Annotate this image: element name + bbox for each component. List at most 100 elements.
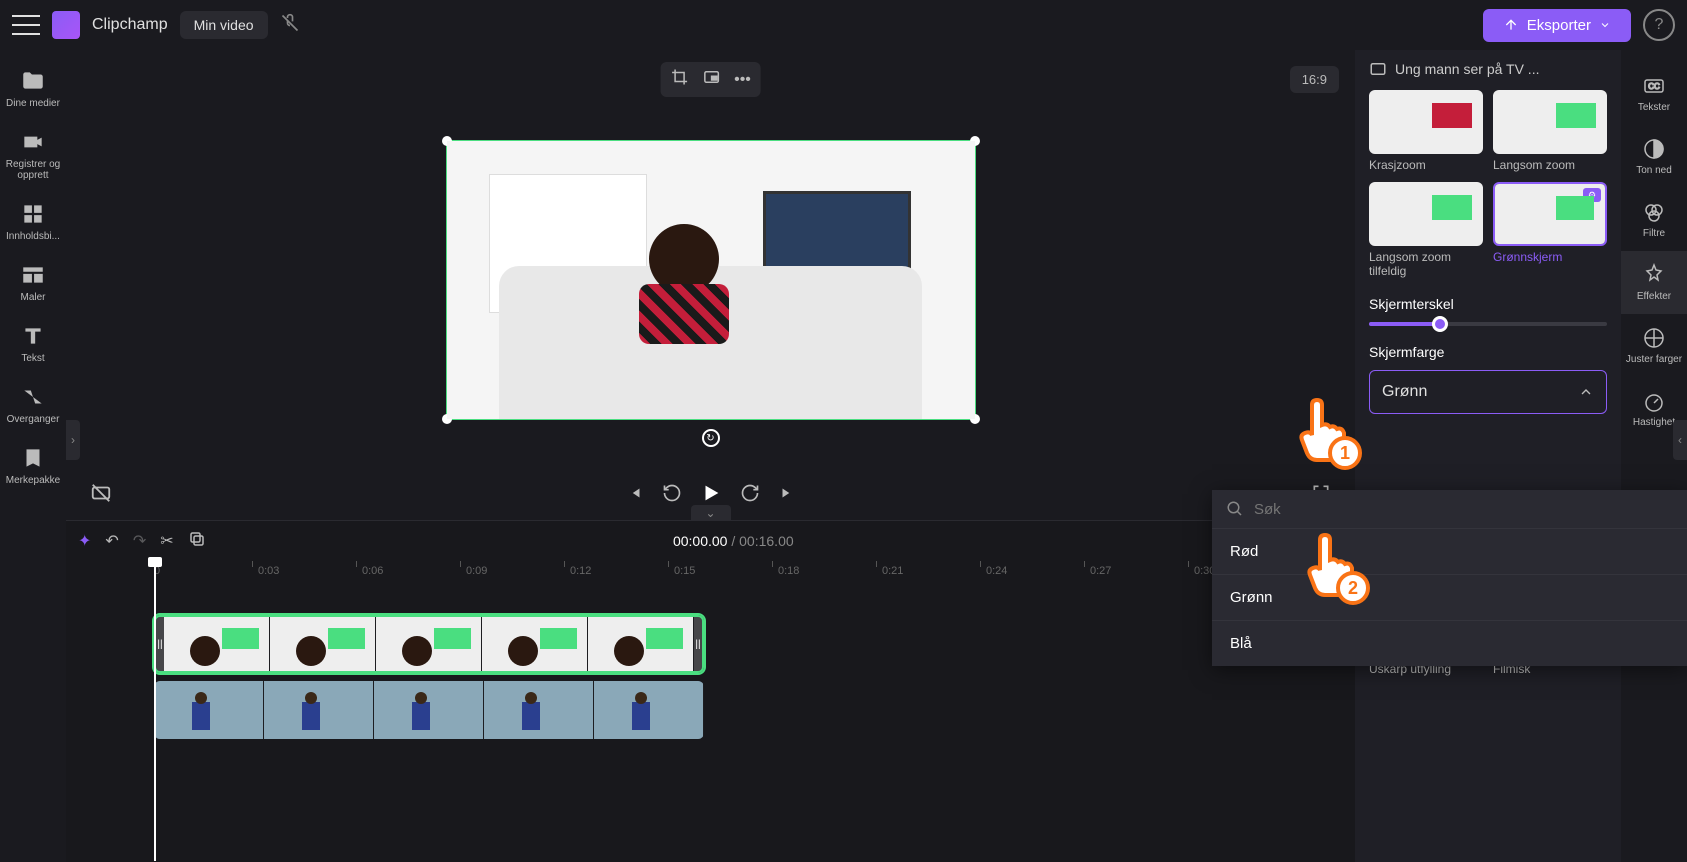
app-name: Clipchamp	[92, 16, 168, 34]
sidebar-label: Merkepakke	[6, 475, 60, 486]
panel-title: Ung mann ser på TV ...	[1395, 61, 1539, 77]
sidebar-label: Overganger	[7, 414, 60, 425]
ruler-tick: 0:12	[570, 565, 591, 577]
color-option-blue[interactable]: Blå	[1212, 620, 1687, 666]
current-time: 00:00.00	[673, 533, 728, 549]
sidebar-item-record[interactable]: Registrer og opprett	[0, 119, 66, 191]
aspect-ratio[interactable]: 16:9	[1290, 66, 1339, 93]
color-dropdown: Rød Grønn Blå	[1212, 490, 1687, 666]
effects-panel: Ung mann ser på TV ... Krasjzoom Langsom…	[1355, 50, 1621, 862]
undo-icon[interactable]: ↶	[105, 531, 118, 551]
crop-icon[interactable]	[670, 68, 688, 91]
ruler-tick: 0:27	[1090, 565, 1111, 577]
effect-langsom-zoom[interactable]: Langsom zoom	[1493, 90, 1607, 172]
collapse-timeline-icon[interactable]: ⌄	[691, 505, 731, 521]
export-label: Eksporter	[1527, 17, 1591, 34]
split-icon[interactable]: ✂	[160, 531, 173, 551]
tool-effects[interactable]: Effekter	[1621, 251, 1687, 314]
chevron-down-icon	[1599, 19, 1611, 31]
sidebar-label: Registrer og opprett	[2, 159, 64, 181]
effect-langsom-zoom-tilfeldig[interactable]: Langsom zoom tilfeldig	[1369, 182, 1483, 278]
tool-filters[interactable]: Filtre	[1621, 188, 1687, 251]
threshold-slider[interactable]	[1369, 322, 1607, 326]
cc-off-icon[interactable]	[90, 482, 112, 509]
sidebar-item-templates[interactable]: Maler	[0, 252, 66, 313]
rewind-5-icon[interactable]	[662, 483, 682, 508]
ruler-tick: 0:03	[258, 565, 279, 577]
ai-spark-icon[interactable]: ✦	[78, 531, 91, 551]
skip-start-icon[interactable]	[626, 484, 644, 507]
screencolor-select[interactable]: Grønn	[1369, 370, 1607, 414]
panel-header: Ung mann ser på TV ...	[1369, 60, 1607, 78]
tool-fade[interactable]: Ton ned	[1621, 125, 1687, 188]
preview-area: ••• 16:9 ↻	[66, 50, 1355, 470]
more-icon[interactable]: •••	[734, 71, 751, 89]
preview-scene	[447, 141, 975, 419]
threshold-label: Skjermterskel	[1369, 296, 1607, 312]
mute-icon[interactable]	[280, 13, 300, 38]
forward-5-icon[interactable]	[740, 483, 760, 508]
clip[interactable]	[154, 681, 704, 739]
sidebar-item-text[interactable]: Tekst	[0, 313, 66, 374]
sidebar-label: Dine medier	[6, 98, 60, 109]
clip-grip-right[interactable]: ||	[694, 617, 702, 671]
track-1[interactable]: || ||	[154, 615, 1355, 673]
topbar: Clipchamp Min video Eksporter ?	[0, 0, 1687, 50]
tool-adjust-colors[interactable]: Juster farger	[1621, 314, 1687, 377]
timeline-time: 00:00.00 / 00:16.00	[220, 533, 1247, 549]
copy-icon[interactable]	[188, 530, 206, 553]
ruler-tick: 0:15	[674, 565, 695, 577]
clip-grip-left[interactable]: ||	[156, 617, 164, 671]
tool-captions[interactable]: CC Tekster	[1621, 62, 1687, 125]
timeline-tracks[interactable]: 00:030:060:090:120:150:180:210:240:270:3…	[66, 561, 1355, 862]
color-search[interactable]	[1212, 490, 1687, 528]
export-button[interactable]: Eksporter	[1483, 9, 1631, 42]
redo-icon[interactable]: ↷	[133, 531, 146, 551]
timeline-area: ✦ ↶ ↷ ✂ 00:00.00 / 00:16.00 00:030:060:0…	[66, 520, 1355, 862]
center-column: ••• 16:9 ↻	[66, 50, 1355, 862]
sidebar-label: Tekst	[21, 353, 44, 364]
color-option-red[interactable]: Rød	[1212, 528, 1687, 574]
help-button[interactable]: ?	[1643, 9, 1675, 41]
ruler-tick: 0:09	[466, 565, 487, 577]
expand-right-icon[interactable]: ‹	[1673, 420, 1687, 460]
total-time: 00:16.00	[739, 533, 794, 549]
timeline-ruler[interactable]: 00:030:060:090:120:150:180:210:240:270:3…	[154, 561, 1355, 585]
ruler-tick: 0:06	[362, 565, 383, 577]
effect-krasjzoom[interactable]: Krasjzoom	[1369, 90, 1483, 172]
slider-thumb[interactable]	[1432, 316, 1448, 332]
project-title[interactable]: Min video	[180, 11, 268, 39]
search-icon	[1226, 500, 1244, 518]
hamburger-menu[interactable]	[12, 15, 40, 35]
sidebar-label: Maler	[20, 292, 45, 303]
sidebar-item-media[interactable]: Dine medier	[0, 58, 66, 119]
sidebar-item-transitions[interactable]: Overganger	[0, 374, 66, 435]
ruler-tick: 0:18	[778, 565, 799, 577]
ruler-tick: 0:21	[882, 565, 903, 577]
clip-icon	[1369, 60, 1387, 78]
color-value: Grønn	[1382, 383, 1427, 401]
effect-gronnskjerm[interactable]: ⚙ Grønnskjerm	[1493, 182, 1607, 278]
sidebar-item-content[interactable]: Innholdsbi...	[0, 191, 66, 252]
pip-icon[interactable]	[702, 68, 720, 91]
ruler-tick: 0:24	[986, 565, 1007, 577]
main-area: Dine medier Registrer og opprett Innhold…	[0, 50, 1687, 862]
left-sidebar: Dine medier Registrer og opprett Innhold…	[0, 50, 66, 862]
track-2[interactable]	[154, 681, 1355, 739]
svg-text:CC: CC	[1648, 82, 1660, 91]
effects-grid: Krasjzoom Langsom zoom Langsom zoom tilf…	[1369, 90, 1607, 278]
color-option-green[interactable]: Grønn	[1212, 574, 1687, 620]
rotate-handle[interactable]: ↻	[702, 429, 720, 447]
skip-end-icon[interactable]	[778, 484, 796, 507]
chevron-up-icon	[1578, 384, 1594, 400]
sidebar-item-brandkit[interactable]: Merkepakke	[0, 435, 66, 496]
screencolor-label: Skjermfarge	[1369, 344, 1607, 360]
video-canvas[interactable]: ↻	[446, 140, 976, 420]
playhead[interactable]	[154, 561, 156, 861]
timeline-toolbar: ✦ ↶ ↷ ✂ 00:00.00 / 00:16.00	[66, 521, 1355, 561]
clipchamp-logo-icon	[52, 11, 80, 39]
sidebar-label: Innholdsbi...	[6, 231, 60, 242]
clip-selected[interactable]: || ||	[154, 615, 704, 673]
preview-toolbar: •••	[660, 62, 761, 97]
search-input[interactable]	[1254, 501, 1673, 518]
